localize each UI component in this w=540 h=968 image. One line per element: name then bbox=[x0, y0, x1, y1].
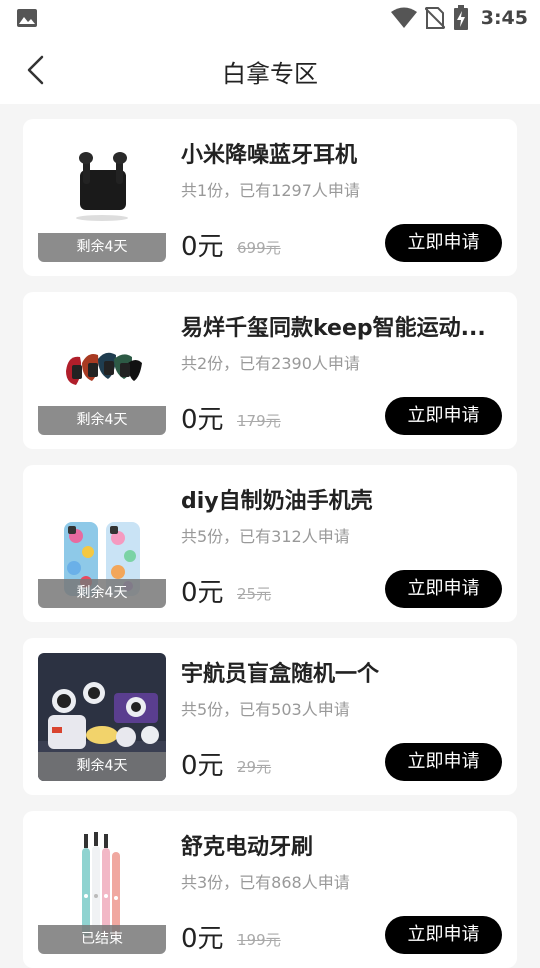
time-left-badge: 剩余4天 bbox=[38, 233, 166, 262]
original-price: 29元 bbox=[237, 758, 272, 776]
apply-button[interactable]: 立即申请 bbox=[385, 743, 502, 781]
page-title: 白拿专区 bbox=[222, 60, 318, 88]
product-card[interactable]: 剩余4天 易烊千玺同款keep智能运动... 共2份，已有2390人申请 0元 … bbox=[23, 292, 517, 449]
product-image-toothbrushes: 已结束 bbox=[38, 826, 166, 954]
product-title: 宇航员盲盒随机一个 bbox=[181, 662, 380, 687]
price: 0元 bbox=[181, 924, 224, 954]
apply-stats: 共5份，已有312人申请 bbox=[181, 527, 350, 546]
battery-charging-icon bbox=[453, 5, 468, 30]
time-left-badge: 剩余4天 bbox=[38, 752, 166, 781]
product-image-phone-cases: 剩余4天 bbox=[38, 480, 166, 608]
price: 0元 bbox=[181, 751, 224, 781]
product-title: diy自制奶油手机壳 bbox=[181, 489, 373, 514]
product-card[interactable]: 剩余4天 小米降噪蓝牙耳机 共1份，已有1297人申请 0元 699元 立即申请 bbox=[23, 119, 517, 276]
wifi-icon bbox=[390, 7, 417, 28]
product-image-astronaut-toys: 剩余4天 bbox=[38, 653, 166, 781]
product-image-earbuds: 剩余4天 bbox=[38, 134, 166, 262]
nav-bar: 白拿专区 bbox=[0, 36, 540, 104]
price: 0元 bbox=[181, 405, 224, 435]
ended-badge: 已结束 bbox=[38, 925, 166, 954]
apply-stats: 共2份，已有2390人申请 bbox=[181, 354, 360, 373]
apply-stats: 共5份，已有503人申请 bbox=[181, 700, 350, 719]
clock-time: 3:45 bbox=[480, 7, 528, 29]
original-price: 25元 bbox=[237, 585, 272, 603]
product-card[interactable]: 剩余4天 diy自制奶油手机壳 共5份，已有312人申请 0元 25元 立即申请 bbox=[23, 465, 517, 622]
apply-button[interactable]: 立即申请 bbox=[385, 916, 502, 954]
product-title: 舒克电动牙刷 bbox=[181, 835, 314, 860]
apply-stats: 共3份，已有868人申请 bbox=[181, 873, 350, 892]
price: 0元 bbox=[181, 232, 224, 262]
photo-icon bbox=[17, 9, 37, 27]
product-image-smart-bands: 剩余4天 bbox=[38, 307, 166, 435]
original-price: 179元 bbox=[237, 412, 281, 430]
no-sim-icon bbox=[424, 7, 445, 29]
original-price: 199元 bbox=[237, 931, 281, 949]
product-card[interactable]: 已结束 舒克电动牙刷 共3份，已有868人申请 0元 199元 立即申请 bbox=[23, 811, 517, 968]
apply-button[interactable]: 立即申请 bbox=[385, 224, 502, 262]
apply-button[interactable]: 立即申请 bbox=[385, 397, 502, 435]
apply-stats: 共1份，已有1297人申请 bbox=[181, 181, 360, 200]
time-left-badge: 剩余4天 bbox=[38, 579, 166, 608]
product-card[interactable]: 剩余4天 宇航员盲盒随机一个 共5份，已有503人申请 0元 29元 立即申请 bbox=[23, 638, 517, 795]
apply-button[interactable]: 立即申请 bbox=[385, 570, 502, 608]
price: 0元 bbox=[181, 578, 224, 608]
time-left-badge: 剩余4天 bbox=[38, 406, 166, 435]
product-title: 易烊千玺同款keep智能运动... bbox=[181, 316, 486, 341]
product-title: 小米降噪蓝牙耳机 bbox=[181, 143, 358, 168]
status-bar: 3:45 bbox=[0, 0, 540, 36]
original-price: 699元 bbox=[237, 239, 281, 257]
